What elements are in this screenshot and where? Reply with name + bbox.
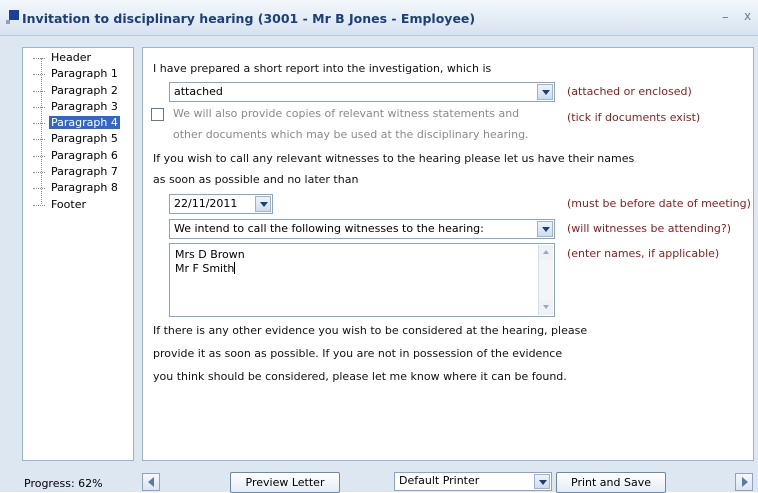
chevron-down-icon[interactable]: [255, 196, 271, 212]
progress-label: Progress: 62%: [24, 477, 103, 490]
chevron-down-icon[interactable]: [537, 84, 553, 100]
intro-text: I have prepared a short report into the …: [153, 62, 492, 75]
previous-paragraph-button[interactable]: [142, 473, 160, 491]
evidence-text-line1: If there is any other evidence you wish …: [153, 324, 588, 337]
witness-attendance-select[interactable]: We intend to call the following witnesse…: [169, 219, 555, 239]
witness-attendance-value: We intend to call the following witnesse…: [174, 222, 484, 235]
tree-item-paragraph-2[interactable]: Paragraph 2: [31, 83, 120, 99]
tree-item-paragraph-5[interactable]: Paragraph 5: [31, 131, 120, 147]
report-status-hint: (attached or enclosed): [567, 85, 692, 98]
window-title: Invitation to disciplinary hearing (3001…: [22, 11, 476, 26]
evidence-text-line2: provide it as soon as possible. If you a…: [153, 347, 563, 360]
title-bar: Invitation to disciplinary hearing (3001…: [0, 0, 758, 36]
deadline-date-value: 22/11/2011: [174, 197, 238, 210]
paragraph-editor-panel: I have prepared a short report into the …: [142, 47, 754, 461]
witness-documents-checkbox[interactable]: [151, 108, 164, 121]
next-paragraph-button[interactable]: [735, 473, 753, 491]
call-witness-text-line2: as soon as possible and no later than: [153, 173, 359, 186]
deadline-date-picker[interactable]: 22/11/2011: [169, 194, 273, 214]
close-icon[interactable]: x: [744, 9, 751, 23]
witness-names-textarea[interactable]: Mrs D Brown Mr F Smith: [169, 243, 555, 317]
tree-item-paragraph-7[interactable]: Paragraph 7: [31, 164, 120, 180]
tree-item-paragraph-1[interactable]: Paragraph 1: [31, 66, 120, 82]
witness-documents-hint: (tick if documents exist): [567, 111, 701, 124]
section-tree: Header Paragraph 1 Paragraph 2 Paragraph…: [31, 50, 120, 213]
tree-item-paragraph-4[interactable]: Paragraph 4: [31, 115, 120, 131]
tree-item-paragraph-3[interactable]: Paragraph 3: [31, 99, 120, 115]
tree-item-footer[interactable]: Footer: [31, 197, 120, 213]
preview-letter-button[interactable]: Preview Letter: [230, 472, 340, 493]
witness-names-hint: (enter names, if applicable): [567, 247, 720, 260]
printer-select-value: Default Printer: [399, 474, 480, 487]
dialog-window: Invitation to disciplinary hearing (3001…: [0, 0, 758, 493]
tree-item-header[interactable]: Header: [31, 50, 120, 66]
app-logo-icon: [6, 10, 20, 24]
witness-attendance-hint: (will witnesses be attending?): [567, 222, 731, 235]
print-and-save-button[interactable]: Print and Save: [556, 472, 666, 493]
textarea-scrollbar[interactable]: [538, 245, 553, 315]
minimize-icon[interactable]: –: [722, 10, 729, 25]
deadline-date-hint: (must be before date of meeting): [567, 197, 751, 210]
scroll-up-icon[interactable]: [539, 245, 553, 260]
witness-documents-label-line1: We will also provide copies of relevant …: [173, 107, 520, 120]
witness-documents-label-line2: other documents which may be used at the…: [173, 128, 529, 141]
call-witness-text-line1: If you wish to call any relevant witness…: [153, 152, 635, 165]
chevron-down-icon[interactable]: [537, 221, 553, 237]
tree-item-paragraph-6[interactable]: Paragraph 6: [31, 148, 120, 164]
witness-names-text: Mrs D Brown Mr F Smith: [175, 248, 245, 275]
report-status-select[interactable]: attached: [169, 82, 555, 102]
chevron-down-icon[interactable]: [534, 474, 550, 489]
printer-select[interactable]: Default Printer: [394, 472, 552, 491]
report-status-value: attached: [174, 85, 223, 98]
section-tree-panel: Header Paragraph 1 Paragraph 2 Paragraph…: [22, 47, 134, 461]
scroll-down-icon[interactable]: [539, 300, 553, 315]
tree-item-paragraph-8[interactable]: Paragraph 8: [31, 180, 120, 196]
evidence-text-line3: you think should be considered, please l…: [153, 370, 567, 383]
